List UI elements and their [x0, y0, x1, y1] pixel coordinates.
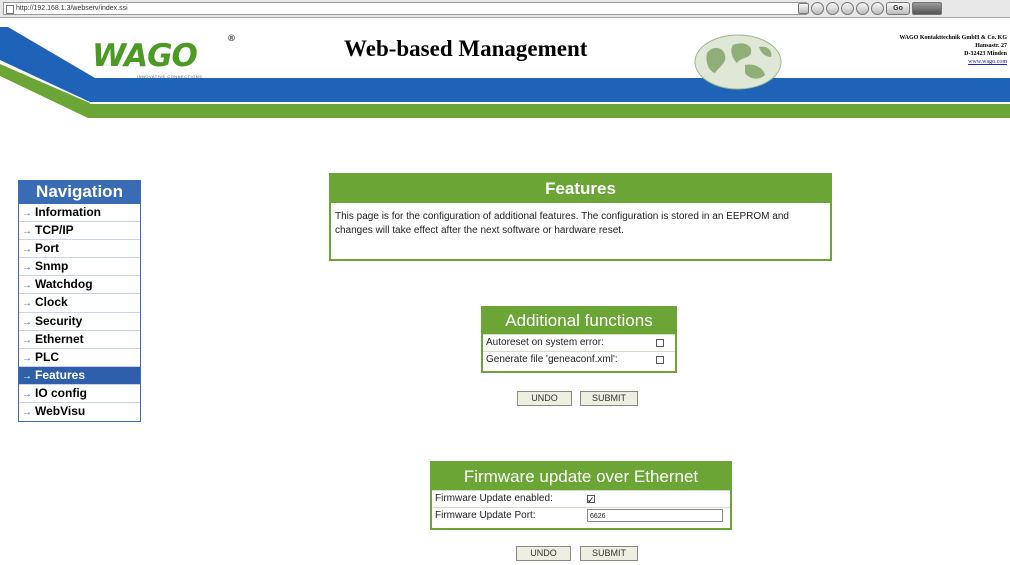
firmware-update-title: Firmware update over Ethernet: [432, 463, 730, 490]
generate-file-checkbox[interactable]: [656, 356, 664, 364]
page-title: Web-based Management: [344, 36, 588, 61]
navigation-title: Navigation: [18, 180, 141, 204]
logo-tagline: INNOVATIVE CONNECTIONS: [137, 74, 203, 79]
arrow-right-icon: →: [22, 298, 32, 310]
company-link[interactable]: www.wago.com: [899, 58, 1007, 66]
nav-item-webvisu[interactable]: → WebVisu: [19, 403, 140, 421]
arrow-right-icon: →: [22, 407, 32, 419]
nav-item-security[interactable]: → Security: [19, 313, 140, 331]
refresh-icon[interactable]: [871, 2, 884, 15]
nav-item-features[interactable]: → Features: [19, 366, 140, 385]
features-box: Features This page is for the configurat…: [329, 173, 832, 261]
firmware-enabled-label: Firmware Update enabled:: [435, 493, 553, 504]
additional-functions-title: Additional functions: [483, 308, 675, 334]
window-controls-icon[interactable]: [912, 2, 942, 15]
arrow-right-icon: →: [22, 244, 32, 256]
arrow-right-icon: →: [22, 226, 32, 238]
forward-icon[interactable]: [841, 2, 854, 15]
stop-icon[interactable]: [856, 2, 869, 15]
arrow-right-icon: →: [22, 262, 32, 274]
firmware-submit-button[interactable]: SUBMIT: [580, 546, 638, 561]
nav-item-clock[interactable]: → Clock: [19, 294, 140, 313]
arrow-right-icon: →: [22, 316, 32, 328]
generate-file-row: Generate file 'geneaconf.xml':: [483, 351, 675, 368]
nav-item-plc[interactable]: → PLC: [19, 349, 140, 367]
navigation-panel: Navigation → Information → TCP/IP → Port → S…: [18, 180, 141, 440]
firmware-enabled-row: Firmware Update enabled:: [432, 490, 730, 508]
firmware-port-row: Firmware Update Port: 6626: [432, 507, 730, 524]
navigation-list: → Information → TCP/IP → Port → Snmp → Watchd…: [18, 204, 141, 423]
features-description: This page is for the configuration of ad…: [335, 211, 789, 236]
submit-button[interactable]: SUBMIT: [580, 391, 638, 406]
back-icon[interactable]: [826, 2, 839, 15]
arrow-right-icon: →: [22, 280, 32, 292]
nav-item-snmp[interactable]: → Snmp: [19, 258, 140, 277]
autoreset-row: Autoreset on system error:: [483, 334, 675, 351]
browser-toolbar: http://192.168.1.3/webserv/index.ssi Go: [0, 0, 1010, 18]
go-button[interactable]: Go: [886, 2, 910, 15]
nav-item-tcpip[interactable]: → TCP/IP: [19, 222, 140, 241]
arrow-right-icon: →: [22, 208, 32, 219]
nav-item-watchdog[interactable]: → Watchdog: [19, 276, 140, 295]
nav-item-information[interactable]: → Information: [19, 204, 140, 223]
browser-buttons: Go: [798, 1, 942, 16]
company-info: WAGO Kontakttechnik GmbH & Co. KG Hansas…: [899, 35, 1007, 66]
autoreset-label: Autoreset on system error:: [486, 337, 604, 348]
firmware-undo-button[interactable]: UNDO: [516, 546, 571, 561]
autoreset-checkbox[interactable]: [656, 339, 664, 347]
firmware-enabled-checkbox[interactable]: [587, 492, 595, 508]
page-icon: [6, 5, 14, 14]
arrow-right-icon: →: [22, 352, 32, 364]
additional-functions-panel: Additional functions Autoreset on system…: [481, 306, 677, 373]
nav-item-io-config[interactable]: → IO config: [19, 385, 140, 404]
search-icon[interactable]: [811, 2, 824, 15]
features-title: Features: [331, 175, 830, 203]
nav-item-port[interactable]: → Port: [19, 240, 140, 259]
arrow-right-icon: →: [22, 370, 32, 382]
nav-item-ethernet[interactable]: → Ethernet: [19, 331, 140, 349]
page-header: WAGO ® INNOVATIVE CONNECTIONS Web-based …: [0, 18, 1010, 123]
window-icon[interactable]: [798, 3, 809, 14]
undo-button[interactable]: UNDO: [517, 391, 572, 406]
globe-icon: [694, 34, 782, 90]
firmware-port-input[interactable]: 6626: [587, 509, 723, 522]
wago-logo: WAGO ®: [92, 34, 236, 74]
firmware-port-label: Firmware Update Port:: [435, 510, 536, 521]
arrow-right-icon: →: [22, 334, 32, 346]
address-bar[interactable]: http://192.168.1.3/webserv/index.ssi: [3, 2, 807, 15]
generate-file-label: Generate file 'geneaconf.xml':: [486, 354, 618, 365]
firmware-update-panel: Firmware update over Ethernet Firmware U…: [430, 461, 732, 530]
url-text: http://192.168.1.3/webserv/index.ssi: [16, 5, 128, 12]
arrow-right-icon: →: [22, 388, 32, 400]
